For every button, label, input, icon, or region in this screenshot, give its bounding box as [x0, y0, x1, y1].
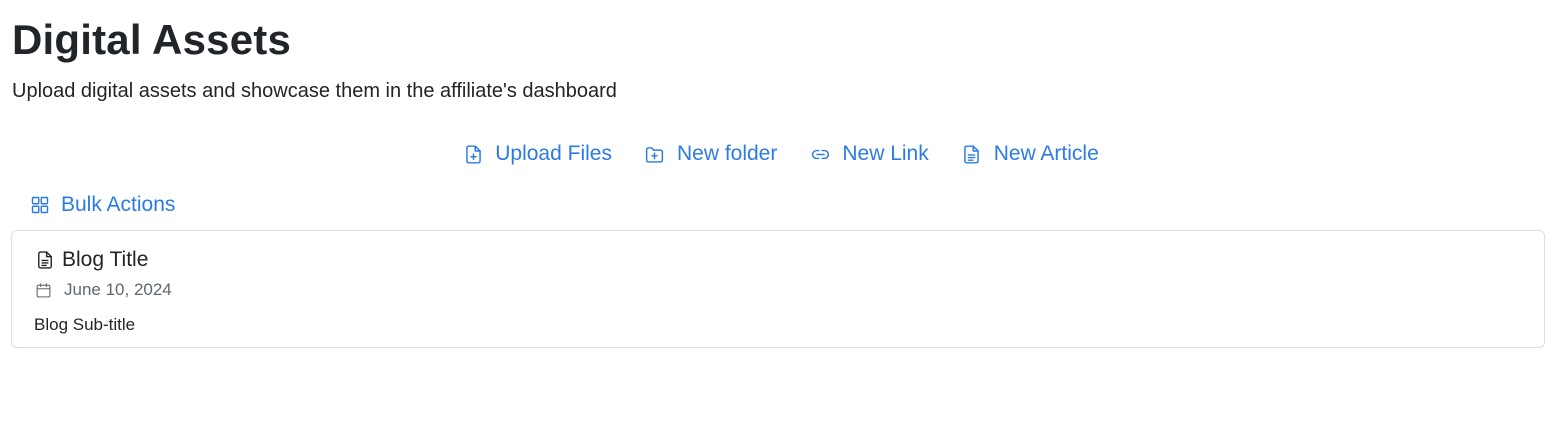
- asset-toolbar: Upload Files New folder New Link New Art…: [0, 137, 1561, 171]
- new-folder-button[interactable]: New folder: [628, 137, 793, 171]
- page-subtitle: Upload digital assets and showcase them …: [12, 80, 617, 102]
- asset-date-row: June 10, 2024: [34, 279, 172, 301]
- asset-date: June 10, 2024: [64, 280, 172, 299]
- calendar-icon: [34, 281, 52, 299]
- bulk-actions-button[interactable]: Bulk Actions: [29, 189, 175, 221]
- link-icon: [809, 143, 831, 165]
- document-icon: [961, 143, 983, 165]
- page-title: Digital Assets: [12, 16, 291, 63]
- file-plus-icon: [462, 143, 484, 165]
- asset-subtitle: Blog Sub-title: [34, 315, 136, 334]
- document-icon: [34, 248, 56, 272]
- asset-card[interactable]: Blog Title June 10, 2024 Blog Sub-title: [11, 230, 1545, 348]
- new-article-label: New Article: [993, 142, 1099, 165]
- bulk-actions-label: Bulk Actions: [61, 193, 176, 216]
- asset-title: Blog Title: [62, 248, 149, 271]
- new-link-label: New Link: [842, 142, 929, 165]
- folder-plus-icon: [644, 143, 666, 165]
- grid-icon: [29, 194, 51, 216]
- upload-files-label: Upload Files: [495, 142, 612, 165]
- upload-files-button[interactable]: Upload Files: [446, 137, 628, 171]
- new-link-button[interactable]: New Link: [793, 137, 944, 171]
- new-article-button[interactable]: New Article: [945, 137, 1115, 171]
- new-folder-label: New folder: [676, 142, 778, 165]
- asset-title-row: Blog Title: [34, 245, 148, 275]
